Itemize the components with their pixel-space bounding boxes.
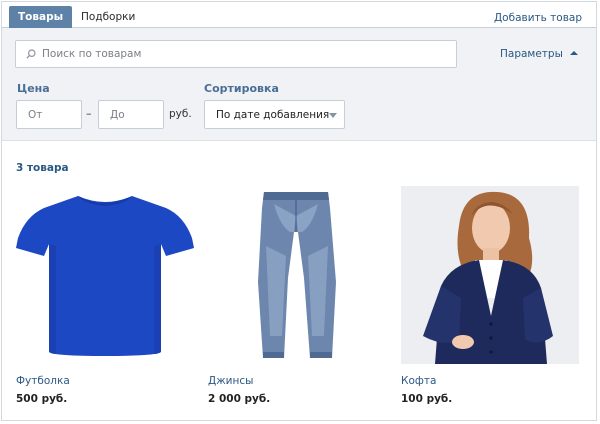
sort-select[interactable]: По дате добавления — [204, 100, 345, 129]
chevron-up-icon — [569, 51, 578, 55]
product-card[interactable]: Футболка 500 руб. — [16, 186, 194, 405]
chevron-down-icon — [329, 113, 337, 118]
product-image-cardigan[interactable] — [401, 186, 579, 364]
product-price: 2 000 руб. — [208, 393, 271, 405]
product-card[interactable]: Джинсы 2 000 руб. — [208, 186, 386, 405]
sort-select-value: По дате добавления — [216, 109, 330, 121]
search-icon — [26, 49, 36, 59]
product-image-jeans[interactable] — [208, 186, 386, 364]
add-product-link[interactable]: Добавить товар — [494, 12, 582, 24]
tab-collections[interactable]: Подборки — [72, 6, 144, 28]
product-name[interactable]: Футболка — [16, 375, 70, 387]
product-price: 500 руб. — [16, 393, 68, 405]
search-box — [15, 40, 457, 68]
product-card[interactable]: Кофта 100 руб. — [401, 186, 579, 405]
tab-bar: Товары Подборки Добавить товар — [2, 2, 596, 28]
parameters-toggle[interactable]: Параметры — [500, 48, 578, 60]
results-count: 3 товара — [16, 162, 69, 174]
price-from-input[interactable] — [17, 101, 81, 128]
product-name[interactable]: Джинсы — [208, 375, 253, 387]
market-panel: Товары Подборки Добавить товар Параметры… — [1, 1, 597, 421]
filters-panel: Параметры Цена Сортировка – руб. По дате… — [2, 28, 596, 141]
sort-label: Сортировка — [204, 82, 279, 95]
product-name[interactable]: Кофта — [401, 375, 436, 387]
price-to-field — [98, 100, 164, 129]
tab-products[interactable]: Товары — [9, 6, 73, 28]
parameters-label: Параметры — [500, 48, 563, 60]
price-range-dash: – — [86, 107, 92, 120]
price-from-field — [16, 100, 82, 129]
search-input[interactable] — [42, 41, 442, 67]
currency-label: руб. — [169, 108, 192, 120]
product-image-t-shirt[interactable] — [16, 186, 194, 364]
price-label: Цена — [17, 82, 50, 95]
product-price: 100 руб. — [401, 393, 453, 405]
price-to-input[interactable] — [99, 101, 163, 128]
